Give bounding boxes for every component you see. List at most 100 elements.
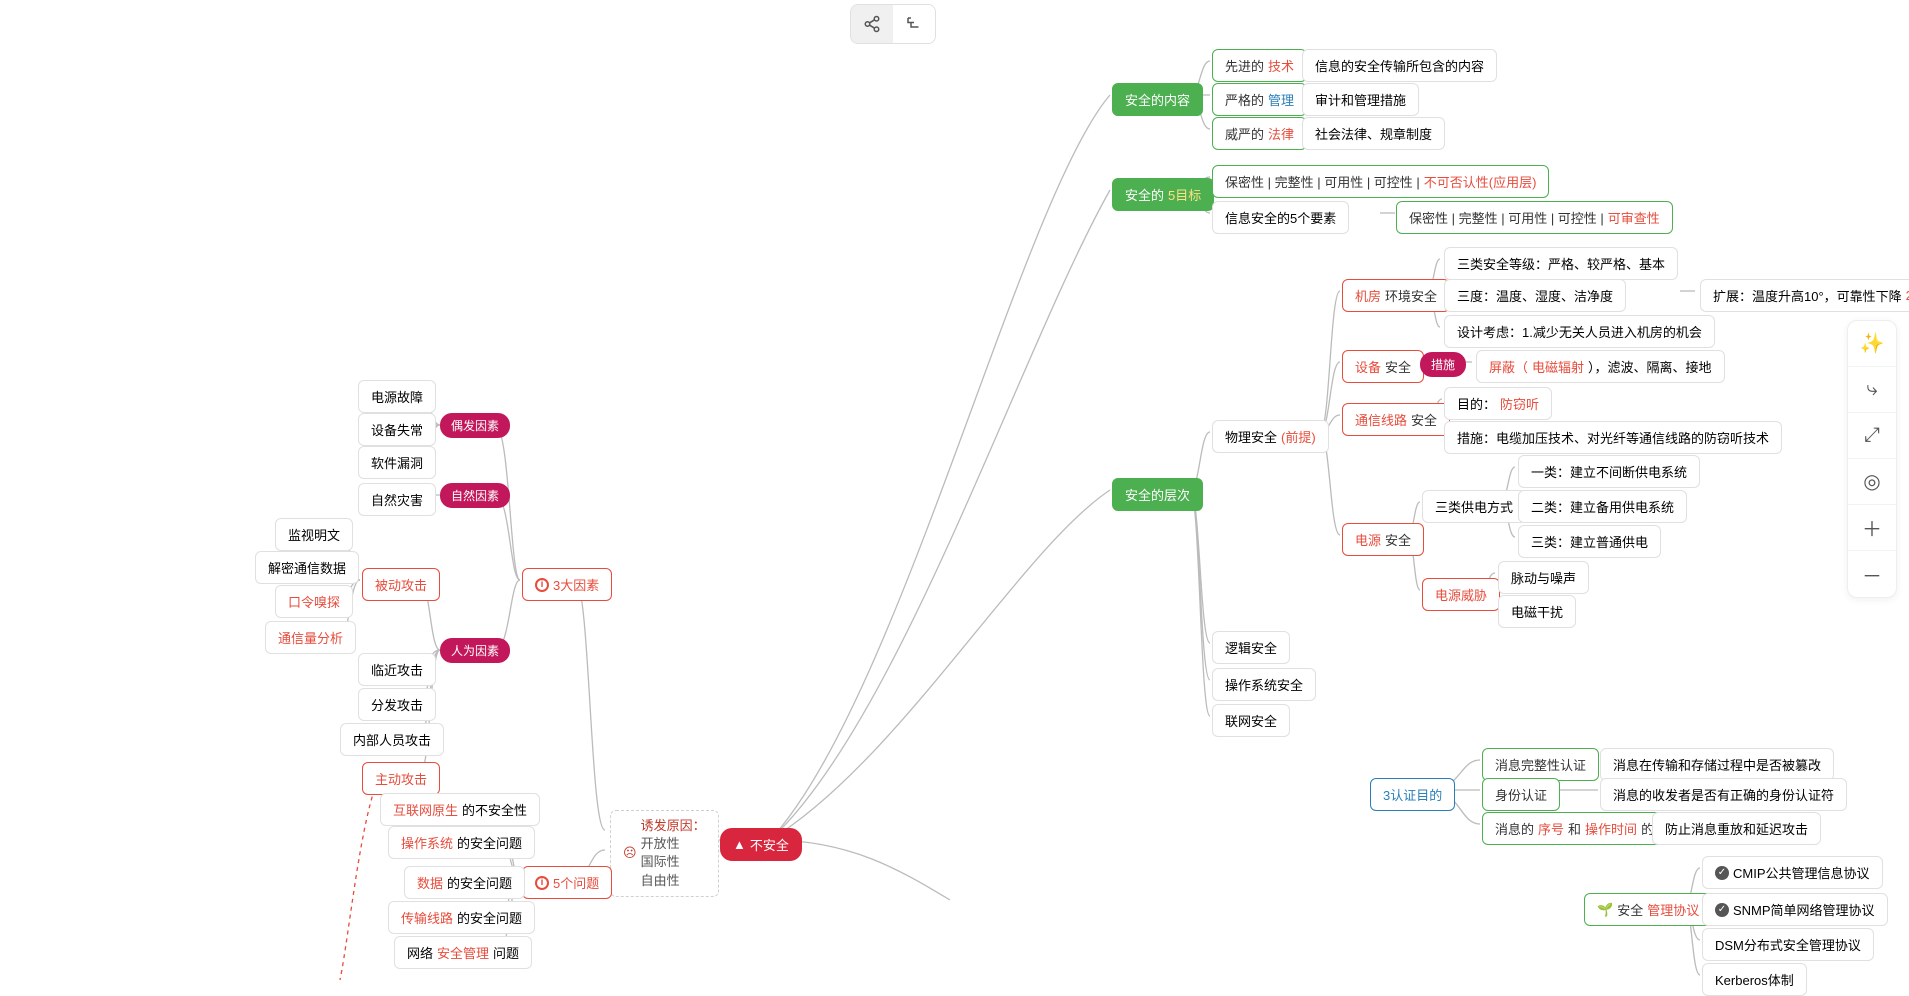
- power-modes-node[interactable]: 三类供电方式: [1422, 490, 1526, 523]
- device-abnormal-node[interactable]: 设备失常: [358, 413, 436, 446]
- reason-box[interactable]: ☹ 诱发原因： 开放性 国际性 自由性: [610, 810, 719, 897]
- auth2-node[interactable]: 身份认证: [1482, 778, 1560, 811]
- factors3-label: 3大因素: [553, 575, 599, 594]
- content-title-label: 安全的内容: [1125, 90, 1190, 109]
- logic-node[interactable]: 逻辑安全: [1212, 631, 1290, 664]
- p1-node[interactable]: 互联网原生的不安全性: [380, 793, 540, 826]
- mp4-node[interactable]: Kerberos体制: [1702, 963, 1807, 996]
- p4-node[interactable]: 传输线路的安全问题: [388, 901, 535, 934]
- goal1-node[interactable]: 保密性 | 完整性 | 可用性 | 可控性 | 不可否认性(应用层): [1212, 165, 1549, 198]
- outline-view-button[interactable]: [893, 5, 935, 43]
- decrypt-comm-node[interactable]: 解密通信数据: [255, 551, 359, 584]
- power-m1-node[interactable]: 一类：建立不间断供电系统: [1518, 455, 1700, 488]
- auth1-node[interactable]: 消息完整性认证: [1482, 748, 1599, 781]
- factors3-node[interactable]: i 3大因素: [522, 568, 612, 601]
- goal2-label-node[interactable]: 信息安全的5个要素: [1212, 201, 1349, 234]
- plant-icon: 🌱: [1597, 902, 1613, 918]
- line-goal-node[interactable]: 目的：防窃听: [1444, 387, 1552, 420]
- software-vuln-node[interactable]: 软件漏洞: [358, 446, 436, 479]
- info-icon: i: [535, 578, 549, 592]
- layers-title-node[interactable]: 安全的层次: [1112, 478, 1203, 511]
- human-node[interactable]: 人为因素: [440, 638, 510, 663]
- reason-l2: 国际性: [641, 853, 706, 871]
- mp3-node[interactable]: DSM分布式安全管理协议: [1702, 928, 1874, 961]
- passive-attack-node[interactable]: 被动攻击: [362, 568, 440, 601]
- c1-note-node[interactable]: 信息的安全传输所包含的内容: [1302, 49, 1497, 82]
- traffic-analysis-node[interactable]: 通信量分析: [265, 621, 356, 654]
- p5-node[interactable]: 网络安全管理问题: [394, 936, 532, 969]
- room-l2-node[interactable]: 三度：温度、湿度、洁净度: [1444, 279, 1626, 312]
- insider-attack-label: 内部人员攻击: [353, 730, 431, 749]
- traffic-analysis-label: 通信量分析: [278, 628, 343, 647]
- dist-attack-label: 分发攻击: [371, 695, 423, 714]
- p2-node[interactable]: 操作系统的安全问题: [388, 826, 535, 859]
- commline-node[interactable]: 通信线路安全: [1342, 403, 1450, 436]
- fit-tool-button[interactable]: ⤢: [1848, 413, 1896, 459]
- os-node[interactable]: 操作系统安全: [1212, 668, 1316, 701]
- c1-node[interactable]: 先进的技术: [1212, 49, 1307, 82]
- c3-note-node[interactable]: 社会法律、规章制度: [1302, 117, 1445, 150]
- natural-disaster-node[interactable]: 自然灾害: [358, 483, 436, 516]
- room-l2-ext-node[interactable]: 扩展：温度升高10°，可靠性下降25%。: [1700, 279, 1909, 312]
- accidental-label: 偶发因素: [451, 417, 499, 434]
- power-threat-node[interactable]: 电源威胁: [1422, 578, 1500, 611]
- accidental-node[interactable]: 偶发因素: [440, 413, 510, 438]
- mp2-node[interactable]: ✓SNMP简单网络管理协议: [1702, 893, 1888, 926]
- content-title-node[interactable]: 安全的内容: [1112, 83, 1203, 116]
- auth2-note-node[interactable]: 消息的收发者是否有正确的身份认证符: [1600, 778, 1847, 811]
- power-node[interactable]: 电源安全: [1342, 523, 1424, 556]
- phys-node[interactable]: 物理安全 (前提): [1212, 420, 1329, 453]
- room-l1-node[interactable]: 三类安全等级：严格、较严格、基本: [1444, 247, 1678, 280]
- mgmt-proto-node[interactable]: 🌱 安全管理协议: [1584, 893, 1712, 926]
- dist-attack-node[interactable]: 分发攻击: [358, 688, 436, 721]
- goal2-node[interactable]: 保密性 | 完整性 | 可用性 | 可控性 | 可审查性: [1396, 201, 1673, 234]
- mindmap-view-button[interactable]: [851, 5, 893, 43]
- plus-icon: ＋: [1862, 513, 1882, 542]
- right-toolbar: ✨ ⤷ ⤢ ◎ ＋ －: [1847, 320, 1897, 598]
- auth3-note-node[interactable]: 防止消息重放和延迟攻击: [1652, 812, 1821, 845]
- power-m3-node[interactable]: 三类：建立普通供电: [1518, 525, 1661, 558]
- zoom-out-button[interactable]: －: [1848, 551, 1896, 597]
- c2-node[interactable]: 严格的管理: [1212, 83, 1307, 116]
- c2-note-node[interactable]: 审计和管理措施: [1302, 83, 1419, 116]
- equip-node[interactable]: 设备安全: [1342, 350, 1424, 383]
- active-attack-node[interactable]: 主动攻击: [362, 762, 440, 795]
- natural-disaster-label: 自然灾害: [371, 490, 423, 509]
- power-m2-node[interactable]: 二类：建立备用供电系统: [1518, 490, 1687, 523]
- power-t2-node[interactable]: 电磁干扰: [1498, 595, 1576, 628]
- recenter-tool-button[interactable]: ◎: [1848, 459, 1896, 505]
- warning-icon: ▲: [733, 837, 746, 852]
- line-measure-node[interactable]: 措施：电缆加压技术、对光纤等通信线路的防窃听技术: [1444, 421, 1782, 454]
- mp1-node[interactable]: ✓CMIP公共管理信息协议: [1702, 856, 1883, 889]
- view-toggle[interactable]: [850, 4, 936, 44]
- goals-title-node[interactable]: 安全的5目标: [1112, 178, 1214, 211]
- room-l3-node[interactable]: 设计考虑：1.减少无关人员进入机房的机会: [1444, 315, 1715, 348]
- proximity-attack-label: 临近攻击: [371, 660, 423, 679]
- net-node[interactable]: 联网安全: [1212, 704, 1290, 737]
- equip-detail-node[interactable]: 屏蔽（电磁辐射），滤波、隔离、接地: [1476, 350, 1725, 383]
- p3-node[interactable]: 数据的安全问题: [404, 866, 525, 899]
- power-fault-node[interactable]: 电源故障: [358, 380, 436, 413]
- passive-attack-label: 被动攻击: [375, 575, 427, 594]
- c3-node[interactable]: 威严的法律: [1212, 117, 1307, 150]
- central-node[interactable]: ▲ 不安全: [720, 828, 802, 861]
- power-t1-node[interactable]: 脉动与噪声: [1498, 561, 1589, 594]
- equip-measure-node[interactable]: 措施: [1420, 352, 1466, 377]
- info-icon: i: [535, 876, 549, 890]
- monitor-plain-node[interactable]: 监视明文: [275, 518, 353, 551]
- natural-node[interactable]: 自然因素: [440, 483, 510, 508]
- insider-attack-node[interactable]: 内部人员攻击: [340, 723, 444, 756]
- zoom-in-button[interactable]: ＋: [1848, 505, 1896, 551]
- room-node[interactable]: 机房环境安全: [1342, 279, 1450, 312]
- auth3-node[interactable]: 3认证目的: [1370, 778, 1455, 811]
- proximity-attack-node[interactable]: 临近攻击: [358, 653, 436, 686]
- pwd-sniff-label: 口令嗅探: [288, 592, 340, 611]
- face-icon: ☹: [623, 844, 637, 862]
- pwd-sniff-node[interactable]: 口令嗅探: [275, 585, 353, 618]
- problems5-node[interactable]: i 5个问题: [522, 866, 612, 899]
- branch-tool-button[interactable]: ⤷: [1848, 367, 1896, 413]
- auth1-note-node[interactable]: 消息在传输和存储过程中是否被篡改: [1600, 748, 1834, 781]
- ai-tool-button[interactable]: ✨: [1848, 321, 1896, 367]
- power-fault-label: 电源故障: [371, 387, 423, 406]
- natural-label: 自然因素: [451, 487, 499, 504]
